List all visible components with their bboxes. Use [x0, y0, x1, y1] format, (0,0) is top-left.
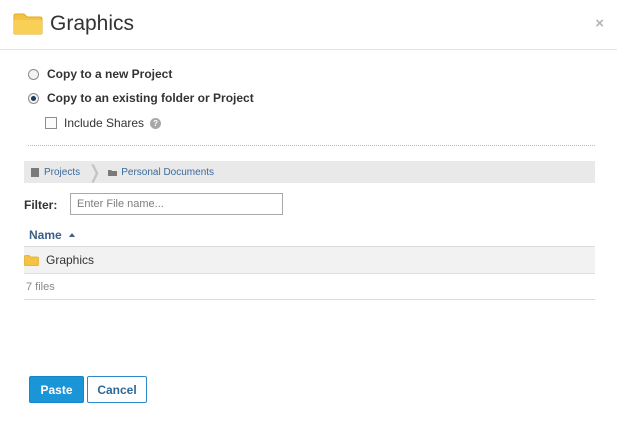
file-table: Name Graphics 7 files [24, 224, 595, 300]
folder-icon [13, 13, 43, 35]
breadcrumb-personal-documents[interactable]: Personal Documents [108, 167, 214, 178]
row-name: Graphics [46, 253, 95, 267]
breadcrumb: Projects ❭ Personal Documents [24, 161, 595, 183]
include-shares-option[interactable]: Include Shares ? [45, 116, 162, 130]
folder-icon [24, 254, 39, 266]
option-existing-folder[interactable]: Copy to an existing folder or Project [28, 91, 254, 105]
close-icon[interactable]: × [595, 16, 604, 32]
column-header-name[interactable]: Name [24, 224, 595, 247]
project-icon [31, 167, 39, 177]
help-icon[interactable]: ? [150, 117, 162, 129]
cancel-button[interactable]: Cancel [87, 376, 147, 403]
section-divider [28, 145, 595, 146]
option-existing-folder-label: Copy to an existing folder or Project [47, 91, 254, 105]
radio-existing-folder[interactable] [28, 92, 39, 104]
dialog-header: Graphics × [0, 0, 617, 50]
dialog-title: Graphics [50, 12, 135, 35]
chevron-right-icon: ❭ [87, 162, 103, 182]
include-shares-checkbox[interactable] [45, 117, 57, 129]
file-count: 7 files [24, 274, 595, 300]
folder-icon [108, 169, 118, 176]
filter-input[interactable] [70, 193, 283, 215]
paste-button[interactable]: Paste [29, 376, 84, 403]
breadcrumb-projects-label: Projects [44, 166, 81, 178]
radio-new-project[interactable] [28, 68, 39, 80]
table-row[interactable]: Graphics [24, 247, 595, 274]
option-new-project-label: Copy to a new Project [47, 67, 173, 81]
copy-dialog: Graphics × Copy to a new Project Copy to… [0, 0, 617, 435]
sort-ascending-icon [68, 233, 75, 237]
option-new-project[interactable]: Copy to a new Project [28, 67, 172, 81]
breadcrumb-personal-documents-label: Personal Documents [121, 166, 215, 178]
include-shares-label: Include Shares [64, 116, 145, 130]
breadcrumb-projects[interactable]: Projects [31, 167, 80, 178]
filter-label: Filter: [24, 198, 58, 212]
column-header-name-label: Name [29, 228, 62, 242]
